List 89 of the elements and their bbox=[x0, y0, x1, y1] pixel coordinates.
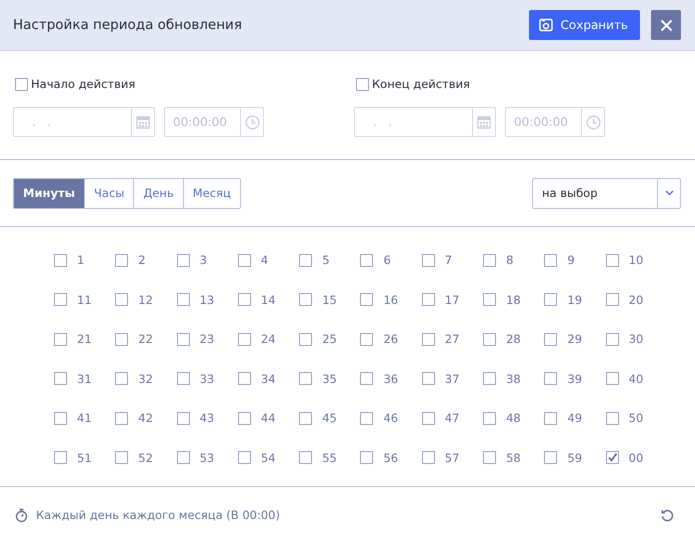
minute-checkbox[interactable]: 52 bbox=[115, 448, 153, 468]
minute-checkbox[interactable]: 17 bbox=[422, 290, 460, 310]
minute-checkbox[interactable]: 24 bbox=[238, 329, 276, 350]
checkbox[interactable] bbox=[356, 78, 369, 90]
minute-checkbox[interactable]: 19 bbox=[544, 290, 582, 310]
close-icon bbox=[660, 18, 672, 32]
minute-checkbox[interactable]: 53 bbox=[176, 448, 214, 468]
calendar-icon[interactable] bbox=[477, 115, 491, 129]
minute-checkbox[interactable]: 10 bbox=[606, 250, 644, 270]
minute-checkbox[interactable]: 54 bbox=[238, 448, 276, 468]
minute-checkbox[interactable]: 16 bbox=[360, 290, 398, 310]
minute-checkbox[interactable]: 9 bbox=[544, 250, 575, 270]
minute-checkbox[interactable]: 37 bbox=[422, 368, 460, 389]
minute-checkbox[interactable]: 11 bbox=[54, 290, 92, 310]
tab[interactable]: Месяц bbox=[182, 178, 240, 208]
check-icon bbox=[606, 452, 618, 464]
minute-checkbox[interactable]: 32 bbox=[115, 368, 153, 389]
stopwatch-icon bbox=[15, 508, 28, 522]
chevron-down-icon bbox=[664, 190, 674, 196]
minute-checkbox[interactable]: 29 bbox=[544, 329, 582, 350]
minute-checkbox[interactable]: 38 bbox=[483, 368, 521, 389]
minute-checkbox[interactable]: 40 bbox=[606, 368, 644, 389]
minute-checkbox[interactable]: 58 bbox=[483, 448, 521, 468]
minute-checkbox[interactable]: 51 bbox=[54, 448, 92, 468]
minute-checkbox[interactable]: 21 bbox=[54, 329, 92, 350]
minute-checkbox[interactable]: 26 bbox=[360, 329, 398, 350]
minute-checkbox[interactable]: 5 bbox=[299, 250, 330, 270]
minute-checkbox[interactable]: 13 bbox=[176, 290, 214, 310]
minute-checkbox[interactable]: 00 bbox=[606, 448, 644, 468]
tab[interactable]: Минуты bbox=[14, 178, 84, 208]
checkbox[interactable] bbox=[15, 78, 28, 90]
window-title: Настройка периода обновления bbox=[13, 17, 243, 33]
minute-checkbox[interactable]: 20 bbox=[606, 290, 644, 310]
time-field[interactable]: 00:00:00 bbox=[505, 107, 581, 137]
checkbox-label: Конец действия bbox=[372, 77, 470, 91]
minute-checkbox[interactable]: 48 bbox=[483, 408, 521, 428]
close-button[interactable] bbox=[651, 10, 681, 40]
checkbox-label: Начало действия bbox=[31, 77, 136, 91]
minute-checkbox[interactable]: 31 bbox=[54, 368, 92, 389]
minute-checkbox[interactable]: 25 bbox=[299, 329, 337, 350]
calendar-button[interactable] bbox=[131, 107, 155, 137]
minute-checkbox[interactable]: 4 bbox=[238, 250, 268, 270]
minute-checkbox[interactable]: 23 bbox=[176, 329, 214, 350]
minute-checkbox[interactable]: 7 bbox=[422, 250, 452, 270]
date-field[interactable]: . . bbox=[354, 107, 472, 137]
camera-icon bbox=[538, 18, 552, 32]
minute-checkbox[interactable]: 35 bbox=[299, 368, 337, 389]
schedule-summary: Каждый день каждого месяца (В 00:00) bbox=[36, 508, 281, 522]
time-field[interactable]: 00:00:00 bbox=[164, 107, 240, 137]
minute-checkbox[interactable]: 6 bbox=[360, 250, 391, 270]
minute-checkbox[interactable]: 28 bbox=[483, 329, 521, 350]
minute-checkbox[interactable]: 42 bbox=[115, 408, 153, 428]
minute-checkbox[interactable]: 45 bbox=[299, 408, 337, 428]
mode-dropdown[interactable]: на выбор bbox=[532, 178, 681, 208]
minute-checkbox[interactable]: 27 bbox=[422, 329, 460, 350]
minute-checkbox[interactable]: 33 bbox=[176, 368, 214, 389]
clock-button[interactable] bbox=[240, 107, 264, 137]
calendar-icon[interactable] bbox=[136, 115, 150, 129]
minute-checkbox[interactable]: 55 bbox=[299, 448, 337, 468]
minute-checkbox[interactable]: 2 bbox=[115, 250, 146, 270]
minute-checkbox[interactable]: 15 bbox=[299, 290, 337, 310]
minute-checkbox[interactable]: 49 bbox=[544, 408, 582, 428]
minute-checkbox[interactable]: 57 bbox=[422, 448, 460, 468]
save-button[interactable]: Сохранить bbox=[528, 10, 640, 40]
minute-checkbox[interactable]: 34 bbox=[238, 368, 276, 389]
date-field[interactable]: . . bbox=[13, 107, 131, 137]
minute-checkbox[interactable]: 22 bbox=[115, 329, 153, 350]
reset-icon[interactable] bbox=[660, 508, 674, 522]
minute-checkbox[interactable]: 36 bbox=[360, 368, 398, 389]
minute-checkbox[interactable]: 18 bbox=[483, 290, 521, 310]
calendar-button[interactable] bbox=[472, 107, 496, 137]
minute-checkbox[interactable]: 1 bbox=[54, 250, 84, 270]
minute-checkbox[interactable]: 59 bbox=[544, 448, 582, 468]
minute-checkbox[interactable]: 12 bbox=[115, 290, 153, 310]
clock-icon[interactable] bbox=[586, 114, 600, 130]
minute-checkbox[interactable]: 30 bbox=[606, 329, 644, 350]
minute-checkbox[interactable]: 8 bbox=[483, 250, 514, 270]
minute-checkbox[interactable]: 46 bbox=[360, 408, 398, 428]
minute-checkbox[interactable]: 56 bbox=[360, 448, 398, 468]
clock-button[interactable] bbox=[581, 107, 605, 137]
clock-icon[interactable] bbox=[244, 114, 260, 130]
minute-checkbox[interactable]: 43 bbox=[176, 408, 214, 428]
minute-checkbox[interactable]: 41 bbox=[54, 408, 92, 428]
minute-checkbox[interactable]: 3 bbox=[176, 250, 207, 270]
minute-checkbox[interactable]: 47 bbox=[422, 408, 460, 428]
minute-checkbox[interactable]: 14 bbox=[238, 290, 276, 310]
minute-checkbox[interactable]: 44 bbox=[238, 408, 276, 428]
minute-checkbox[interactable]: 39 bbox=[544, 368, 582, 389]
minute-checkbox[interactable]: 50 bbox=[606, 408, 644, 428]
